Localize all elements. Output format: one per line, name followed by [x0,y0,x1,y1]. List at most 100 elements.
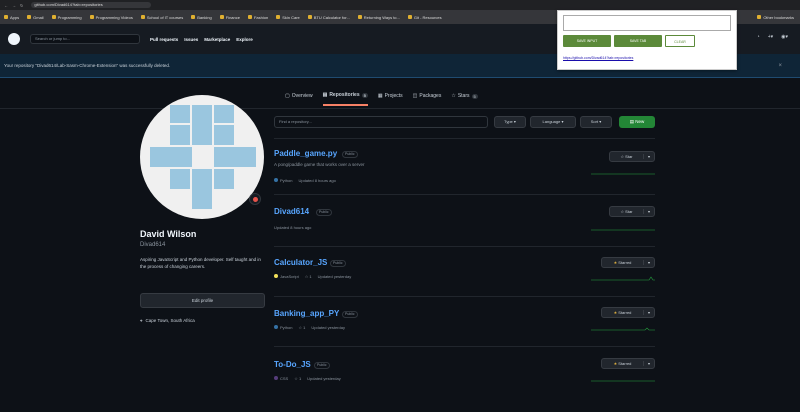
language: Python [274,178,292,183]
profile-location: ⌖ Cape Town, South Africa [140,318,195,323]
bookmark[interactable]: Banking [191,15,212,20]
plus-icon[interactable]: +▾ [768,34,773,40]
repo-name-link[interactable]: Banking_app_PY [274,309,339,318]
profile-tabs: ▢ Overview ▤ Repositories 5 ▦ Projects ◫ Pack… [285,92,478,106]
tab-stars[interactable]: ☆ Stars 5 [451,92,478,106]
stars[interactable]: ☆ 1 [294,376,301,381]
star-button[interactable]: ☆ Star ▾ [609,151,655,162]
forward-icon[interactable]: → [12,3,16,8]
nav-marketplace[interactable]: Marketplace [204,37,230,42]
search-input[interactable]: Search or jump to... [30,34,140,44]
project-icon: ▦ [377,93,383,99]
tab-projects[interactable]: ▦ Projects [378,92,403,106]
folder-icon [89,15,94,19]
avatar[interactable] [140,95,264,219]
bookmark[interactable]: Returning Ways to... [357,15,400,20]
language: JavaScript [274,274,299,279]
folder-icon [276,15,281,19]
list-item: Calculator_JS Public JavaScript ☆ 1 Upda… [274,246,655,296]
new-repo-button[interactable]: ▤ New [619,116,655,128]
star-icon: ☆ [451,93,456,99]
chevron-down-icon[interactable]: ▾ [644,361,654,366]
chevron-down-icon[interactable]: ▾ [644,260,654,265]
repo-name-link[interactable]: Calculator_JS [274,258,327,267]
repo-name-link[interactable]: Divad614 [274,207,309,216]
list-item: Divad614 Public Updated 8 hours ago ☆ St… [274,194,655,246]
repo-meta: Updated 8 hours ago [274,225,311,230]
unstar-button[interactable]: ★ Starred ▾ [601,307,655,318]
extension-popup: SAVE INPUT SAVE TAB CLEAR https://github… [557,10,737,70]
updated: Updated 8 hours ago [274,225,312,230]
nav-issues[interactable]: Issues [184,37,198,42]
chevron-down-icon[interactable]: ▾ [644,310,654,315]
stars[interactable]: ☆ 1 [298,325,305,330]
repo-filter-input[interactable]: Find a repository... [274,116,488,128]
chevron-down-icon[interactable]: ▾ [644,209,654,214]
back-icon[interactable]: ← [4,3,8,8]
browser-tab-bar: ← → ↻ github.com/Divad614?tab=repositori… [0,0,800,10]
language-dropdown[interactable]: Language ▾ [530,116,576,128]
address-bar[interactable]: github.com/Divad614?tab=repositories [31,2,152,8]
repo-name-link[interactable]: To-Do_JS [274,360,311,369]
bookmark[interactable]: BTU Calculator for... [307,15,350,20]
bookmark[interactable]: Programming Videos [89,15,133,20]
save-tab-button[interactable]: SAVE TAB [614,35,662,47]
list-item: Paddle_game.py Public A pong/paddle game… [274,138,655,194]
saved-link[interactable]: https://github.com/Divad614?tab=reposito… [563,56,633,60]
other-bookmarks[interactable]: Other bookmarks [757,15,794,20]
updated: Updated yesterday [307,376,341,381]
language-color-icon [274,376,278,380]
bookmark[interactable]: Apps [4,15,19,20]
bookmark[interactable]: Programming [51,15,82,20]
lead-input[interactable] [563,15,731,31]
github-logo-icon[interactable] [8,33,20,45]
folder-icon [140,15,145,19]
bell-icon[interactable]: ◔ [757,34,760,40]
header-nav: Pull requests Issues Marketplace Explore [150,37,253,42]
browser-nav: ← → ↻ [0,3,23,8]
bookmark[interactable]: Fashion [247,15,268,20]
sort-dropdown[interactable]: Sort ▾ [580,116,612,128]
language-color-icon [274,274,278,278]
activity-sparkline [591,276,655,281]
language: CSS [274,376,288,381]
tab-repositories[interactable]: ▤ Repositories 5 [322,92,368,106]
updated: Updated yesterday [317,274,352,279]
bookmark[interactable]: Finance [219,15,240,20]
folder-icon [51,15,56,19]
repo-icon: ▤ [322,92,328,98]
star-button[interactable]: ☆ Star ▾ [609,206,655,217]
close-icon[interactable]: × [778,63,782,69]
activity-sparkline [591,380,655,382]
tab-count: 5 [471,93,478,99]
unstar-button[interactable]: ★ Starred ▾ [601,257,655,268]
folder-icon [407,15,412,19]
tab-packages[interactable]: ◫ Packages [413,92,442,106]
list-item: To-Do_JS Public CSS ☆ 1 Updated yesterda… [274,346,655,396]
language-color-icon [274,325,278,329]
save-input-button[interactable]: SAVE INPUT [563,35,611,47]
type-dropdown[interactable]: Type ▾ [494,116,526,128]
tab-overview[interactable]: ▢ Overview [285,92,313,106]
user-avatar-icon[interactable]: ◉▾ [781,34,788,40]
nav-pull-requests[interactable]: Pull requests [150,37,178,42]
folder-icon [219,15,224,19]
repo-meta: Python Updated 8 hours ago [274,178,336,183]
folder-icon [307,15,312,19]
bookmark[interactable]: School of IT courses [140,15,183,20]
repo-name-link[interactable]: Paddle_game.py [274,149,337,158]
bookmark[interactable]: Gmail [27,15,44,20]
edit-profile-button[interactable]: Edit profile [140,293,265,308]
chevron-down-icon[interactable]: ▾ [644,154,654,159]
package-icon: ◫ [412,93,418,99]
status-emoji-icon[interactable] [249,193,261,205]
reload-icon[interactable]: ↻ [20,3,23,8]
clear-button[interactable]: CLEAR [665,35,695,47]
unstar-button[interactable]: ★ Starred ▾ [601,358,655,369]
folder-icon [4,15,8,19]
stars[interactable]: ☆ 1 [305,274,312,279]
bookmark[interactable]: Skin Care [276,15,300,20]
nav-explore[interactable]: Explore [236,37,253,42]
list-item: Banking_app_PY Public Python ☆ 1 Updated… [274,296,655,346]
bookmark[interactable]: Git - Resources [407,15,442,20]
